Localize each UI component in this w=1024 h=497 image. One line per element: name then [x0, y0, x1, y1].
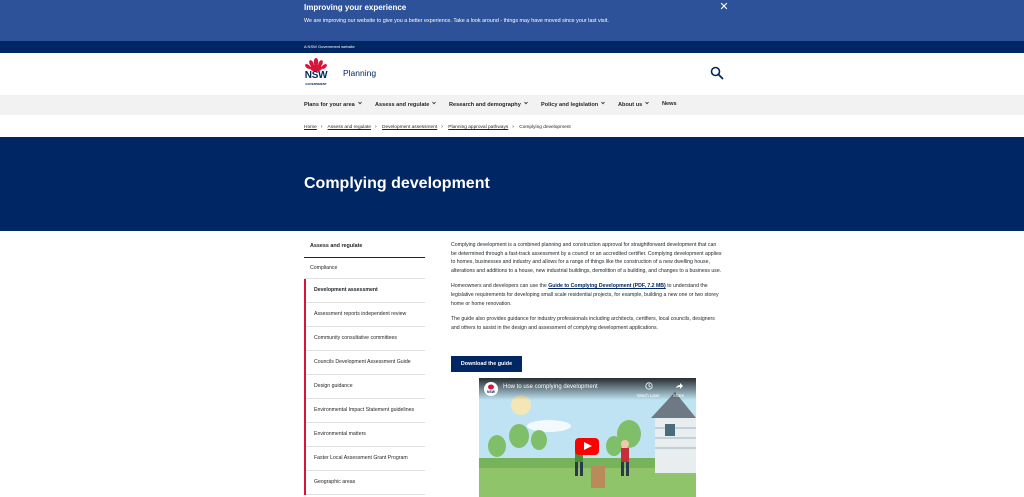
- main-content: Complying development is a combined plan…: [451, 241, 723, 339]
- side-nav-subitem[interactable]: Faster Local Assessment Grant Program: [306, 447, 425, 471]
- page-title: Complying development: [304, 175, 490, 192]
- side-nav: Assess and regulate Compliance Developme…: [304, 238, 425, 495]
- search-icon[interactable]: [710, 66, 724, 80]
- notice-banner: Improving your experience We are improvi…: [0, 0, 1024, 41]
- intro-paragraph: Complying development is a combined plan…: [451, 242, 722, 274]
- video-embed[interactable]: NSW How to use complying development Wat…: [479, 378, 696, 497]
- site-header: NSW GOVERNMENT Planning: [0, 53, 1024, 95]
- chevron-right-icon: ›: [512, 124, 514, 130]
- play-button[interactable]: [575, 438, 599, 455]
- breadcrumb-link[interactable]: Development assessment: [382, 125, 437, 130]
- nav-item-assess-and-regulate[interactable]: Assess and regulate: [375, 101, 437, 108]
- chevron-down-icon: [645, 101, 650, 105]
- nav-item-label: Policy and legislation: [541, 102, 599, 108]
- chevron-right-icon: ›: [320, 124, 323, 130]
- share-label[interactable]: Share: [673, 393, 684, 398]
- breadcrumb: Home › Assess and regulate › Development a…: [304, 124, 571, 130]
- side-nav-subitem[interactable]: Councils Development Assessment Guide: [306, 351, 425, 375]
- chevron-down-icon: [357, 101, 362, 105]
- side-nav-subitem[interactable]: Design guidance: [306, 375, 425, 399]
- main-nav: Plans for your area Assess and regulate …: [0, 95, 1024, 115]
- channel-name: NSW: [487, 390, 496, 394]
- notice-message: We are improving our website to give you…: [304, 18, 609, 24]
- logo-text: NSW: [304, 70, 328, 81]
- close-icon[interactable]: ✕: [718, 1, 730, 13]
- side-nav-item-compliance[interactable]: Compliance: [304, 258, 425, 279]
- guide-paragraph: Homeowners and developers can use the Gu…: [451, 282, 723, 308]
- side-nav-item-development-assessment[interactable]: Development assessment: [306, 279, 425, 303]
- download-guide-button[interactable]: Download the guide: [451, 356, 522, 372]
- guide-text: Homeowners and developers can use the: [451, 283, 549, 290]
- chevron-down-icon: [524, 101, 528, 105]
- logo-subtext: GOVERNMENT: [305, 82, 327, 86]
- channel-avatar[interactable]: NSW: [484, 382, 498, 396]
- side-nav-subitem[interactable]: Environmental matters: [306, 423, 425, 447]
- nav-item-label: Assess and regulate: [375, 102, 430, 108]
- page-hero: Complying development: [0, 137, 1024, 231]
- nav-item-label: Plans for your area: [304, 102, 355, 108]
- nav-item-label: About us: [618, 102, 643, 108]
- nav-item-about-us[interactable]: About us: [618, 101, 650, 108]
- side-nav-heading[interactable]: Assess and regulate: [304, 238, 425, 258]
- site-name[interactable]: Planning: [343, 68, 376, 78]
- side-nav-subitem[interactable]: Environmental Impact Statement guideline…: [306, 399, 425, 423]
- video-title[interactable]: How to use complying development: [503, 384, 598, 390]
- chevron-right-icon: ›: [375, 124, 377, 130]
- chevron-down-icon: [432, 101, 437, 105]
- nav-item-research-and-demography[interactable]: Research and demography: [449, 101, 528, 108]
- breadcrumb-link[interactable]: Planning approval pathways: [448, 125, 508, 130]
- side-nav-subitem[interactable]: Community consultative committees: [306, 327, 425, 351]
- masthead-label: A NSW Government website: [304, 44, 355, 49]
- watch-later-label[interactable]: Watch Later: [637, 393, 659, 398]
- nsw-logo[interactable]: NSW GOVERNMENT: [302, 58, 330, 88]
- waratah-icon: NSW: [487, 384, 496, 394]
- nav-item-label: News: [662, 101, 677, 107]
- clock-icon[interactable]: [645, 382, 653, 390]
- breadcrumb-link[interactable]: Assess and regulate: [328, 125, 371, 130]
- nav-item-label: Research and demography: [449, 102, 521, 108]
- side-nav-subitem[interactable]: Assessment reports independent review: [306, 303, 425, 327]
- share-icon[interactable]: [675, 382, 683, 390]
- masthead: A NSW Government website: [0, 41, 1024, 53]
- chevron-down-icon: [601, 101, 606, 105]
- guide-link[interactable]: Guide to Complying Development (PDF, 7.2…: [548, 283, 666, 289]
- side-nav-subitem[interactable]: Geographic areas: [306, 471, 425, 495]
- nav-item-policy-and-legislation[interactable]: Policy and legislation: [541, 101, 606, 108]
- notice-title: Improving your experience: [304, 3, 407, 12]
- breadcrumb-link[interactable]: Home: [304, 125, 317, 130]
- side-nav-section: Development assessment Assessment report…: [304, 279, 425, 495]
- nav-item-plans-for-your-area[interactable]: Plans for your area: [304, 101, 362, 108]
- chevron-right-icon: ›: [441, 124, 443, 130]
- nav-item-news[interactable]: News: [662, 101, 677, 107]
- breadcrumb-current: Complying development: [519, 125, 571, 130]
- professionals-paragraph: The guide also provides guidance for ind…: [451, 316, 715, 331]
